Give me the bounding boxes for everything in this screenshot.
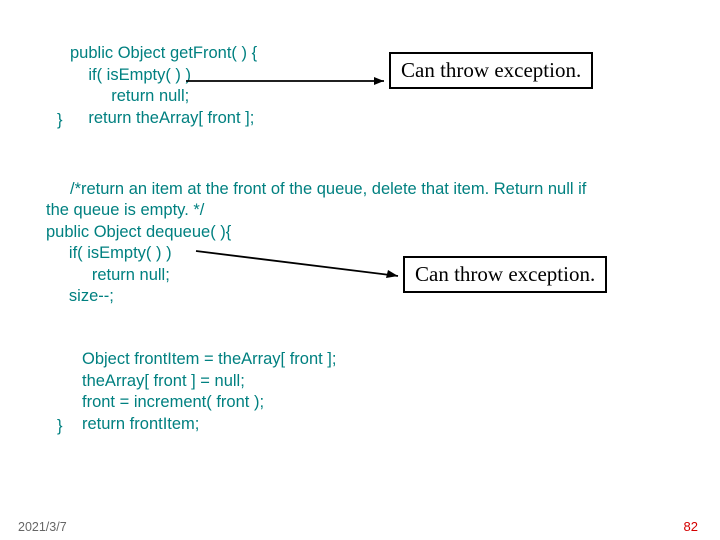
code-line: public Object dequeue( ){ bbox=[46, 223, 231, 241]
code-line: return frontItem; bbox=[82, 415, 199, 433]
code-block-dequeue-bottom: Object frontItem = theArray[ front ]; th… bbox=[82, 328, 336, 435]
callout-box-exception-2: Can throw exception. bbox=[403, 256, 607, 293]
code-block-dequeue-body: the queue is empty. */ public Object deq… bbox=[46, 179, 231, 308]
code-line: return theArray[ front ]; bbox=[70, 109, 254, 127]
code-line: if( isEmpty( ) ) bbox=[70, 66, 191, 84]
code-line: front = increment( front ); bbox=[82, 393, 264, 411]
arrow-icon bbox=[196, 248, 406, 288]
code-brace-close-1: } bbox=[57, 110, 63, 131]
arrow-icon bbox=[186, 78, 386, 92]
code-line: public Object getFront( ) { bbox=[70, 44, 257, 62]
code-line: theArray[ front ] = null; bbox=[82, 372, 245, 390]
code-line: return null; bbox=[70, 87, 189, 105]
code-line: the queue is empty. */ bbox=[46, 201, 204, 219]
callout-text: Can throw exception. bbox=[415, 262, 595, 286]
code-line: Object frontItem = theArray[ front ]; bbox=[82, 350, 336, 368]
code-line: return null; bbox=[46, 266, 170, 284]
code-line: size--; bbox=[46, 287, 114, 305]
code-block-getfront: public Object getFront( ) { if( isEmpty(… bbox=[70, 22, 257, 129]
slide: public Object getFront( ) { if( isEmpty(… bbox=[0, 0, 720, 540]
code-brace-close-2: } bbox=[57, 416, 63, 437]
footer-page-number: 82 bbox=[684, 519, 698, 534]
code-line: if( isEmpty( ) ) bbox=[46, 244, 172, 262]
footer-date: 2021/3/7 bbox=[18, 520, 67, 534]
callout-box-exception-1: Can throw exception. bbox=[389, 52, 593, 89]
callout-text: Can throw exception. bbox=[401, 58, 581, 82]
